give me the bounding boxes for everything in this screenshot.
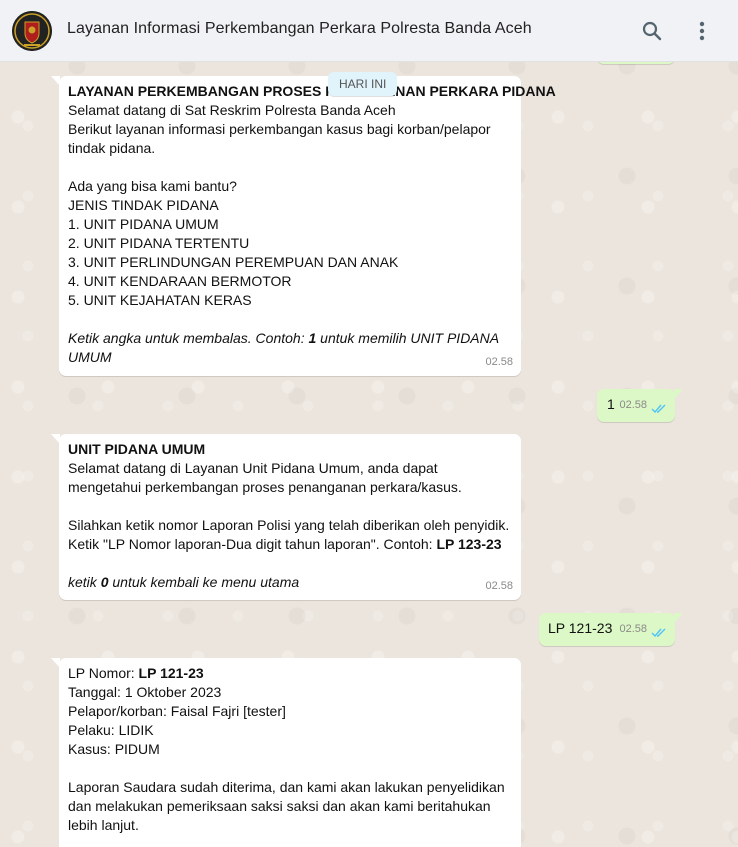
message-line: Ada yang bisa kami bantu?: [68, 178, 237, 194]
message-time: 02.58: [619, 623, 647, 635]
message-line: [68, 158, 512, 177]
message-time: 02.58: [485, 356, 513, 368]
message-line: [68, 310, 512, 329]
message-line: Selamat datang di Sat Reskrim Polresta B…: [68, 102, 396, 118]
message-line: Tanggal: 1 Oktober 2023: [68, 684, 222, 700]
message-line: Selamat datang di Layanan Unit Pidana Um…: [68, 460, 438, 476]
day-separator-badge: HARI INI: [328, 72, 398, 96]
message-line: mengetahui perkembangan proses penangana…: [68, 479, 462, 495]
message-text: 1: [607, 396, 615, 412]
chat-header: Layanan Informasi Perkembangan Perkara P…: [0, 0, 738, 62]
message-time: 02.58: [619, 399, 647, 411]
menu-option: 2. UNIT PIDANA TERTENTU: [68, 235, 250, 251]
reply-hint-continued: UMUM: [68, 349, 112, 365]
menu-option: 3. UNIT PERLINDUNGAN PEREMPUAN DAN ANAK: [68, 254, 399, 270]
contact-avatar[interactable]: [12, 11, 52, 51]
message-heading: LAYANAN PERKEMBANGAN PROSES PENANGANAN P…: [68, 83, 556, 99]
example-line: Ketik "LP Nomor laporan-Dua digit tahun …: [68, 536, 502, 552]
back-hint: ketik 0 untuk kembali ke menu utama: [68, 574, 300, 590]
outgoing-message[interactable]: LP 121-23 02.58: [539, 613, 683, 646]
incoming-message-report[interactable]: LP Nomor: LP 121-23 Tanggal: 1 Oktober 2…: [51, 658, 521, 847]
message-line: dan melakukan pemeriksaan saksi saksi da…: [68, 798, 491, 814]
search-icon[interactable]: [640, 19, 664, 43]
message-line: Kasus: PIDUM: [68, 741, 160, 757]
read-receipt-icon: [651, 404, 666, 414]
message-line: Silahkan ketik nomor Laporan Polisi yang…: [68, 517, 510, 533]
message-text: LP 121-23: [548, 620, 613, 636]
message-heading: UNIT PIDANA UMUM: [68, 441, 206, 457]
menu-option: 5. UNIT KEJAHATAN KERAS: [68, 292, 252, 308]
message-line: Laporan Saudara sudah diterima, dan kami…: [68, 779, 505, 795]
menu-option: 1. UNIT PIDANA UMUM: [68, 216, 219, 232]
read-receipt-icon: [651, 628, 666, 638]
report-number: LP Nomor: LP 121-23: [68, 665, 204, 681]
message-line: [68, 497, 512, 516]
incoming-message-unit[interactable]: UNIT PIDANA UMUM Selamat datang di Layan…: [51, 434, 521, 600]
message-time: 02.58: [485, 580, 513, 592]
message-line: [68, 759, 512, 778]
message-line: JENIS TINDAK PIDANA: [68, 197, 219, 213]
message-line: lebih lanjut.: [68, 817, 139, 833]
message-line: Berikut layanan informasi perkembangan k…: [68, 121, 491, 137]
message-line: tindak pidana.: [68, 140, 156, 156]
outgoing-message[interactable]: 1 02.58: [597, 389, 683, 422]
chat-title: Layanan Informasi Perkembangan Perkara P…: [67, 20, 532, 37]
menu-option: 4. UNIT KENDARAAN BERMOTOR: [68, 273, 292, 289]
incoming-message-menu[interactable]: LAYANAN PERKEMBANGAN PROSES PENANGANAN P…: [51, 76, 556, 376]
message-line: Pelaku: LIDIK: [68, 722, 154, 738]
message-line: Pelapor/korban: Faisal Fajri [tester]: [68, 703, 286, 719]
reply-hint: Ketik angka untuk membalas. Contoh: 1 un…: [68, 330, 500, 346]
more-vertical-icon[interactable]: [690, 19, 714, 43]
